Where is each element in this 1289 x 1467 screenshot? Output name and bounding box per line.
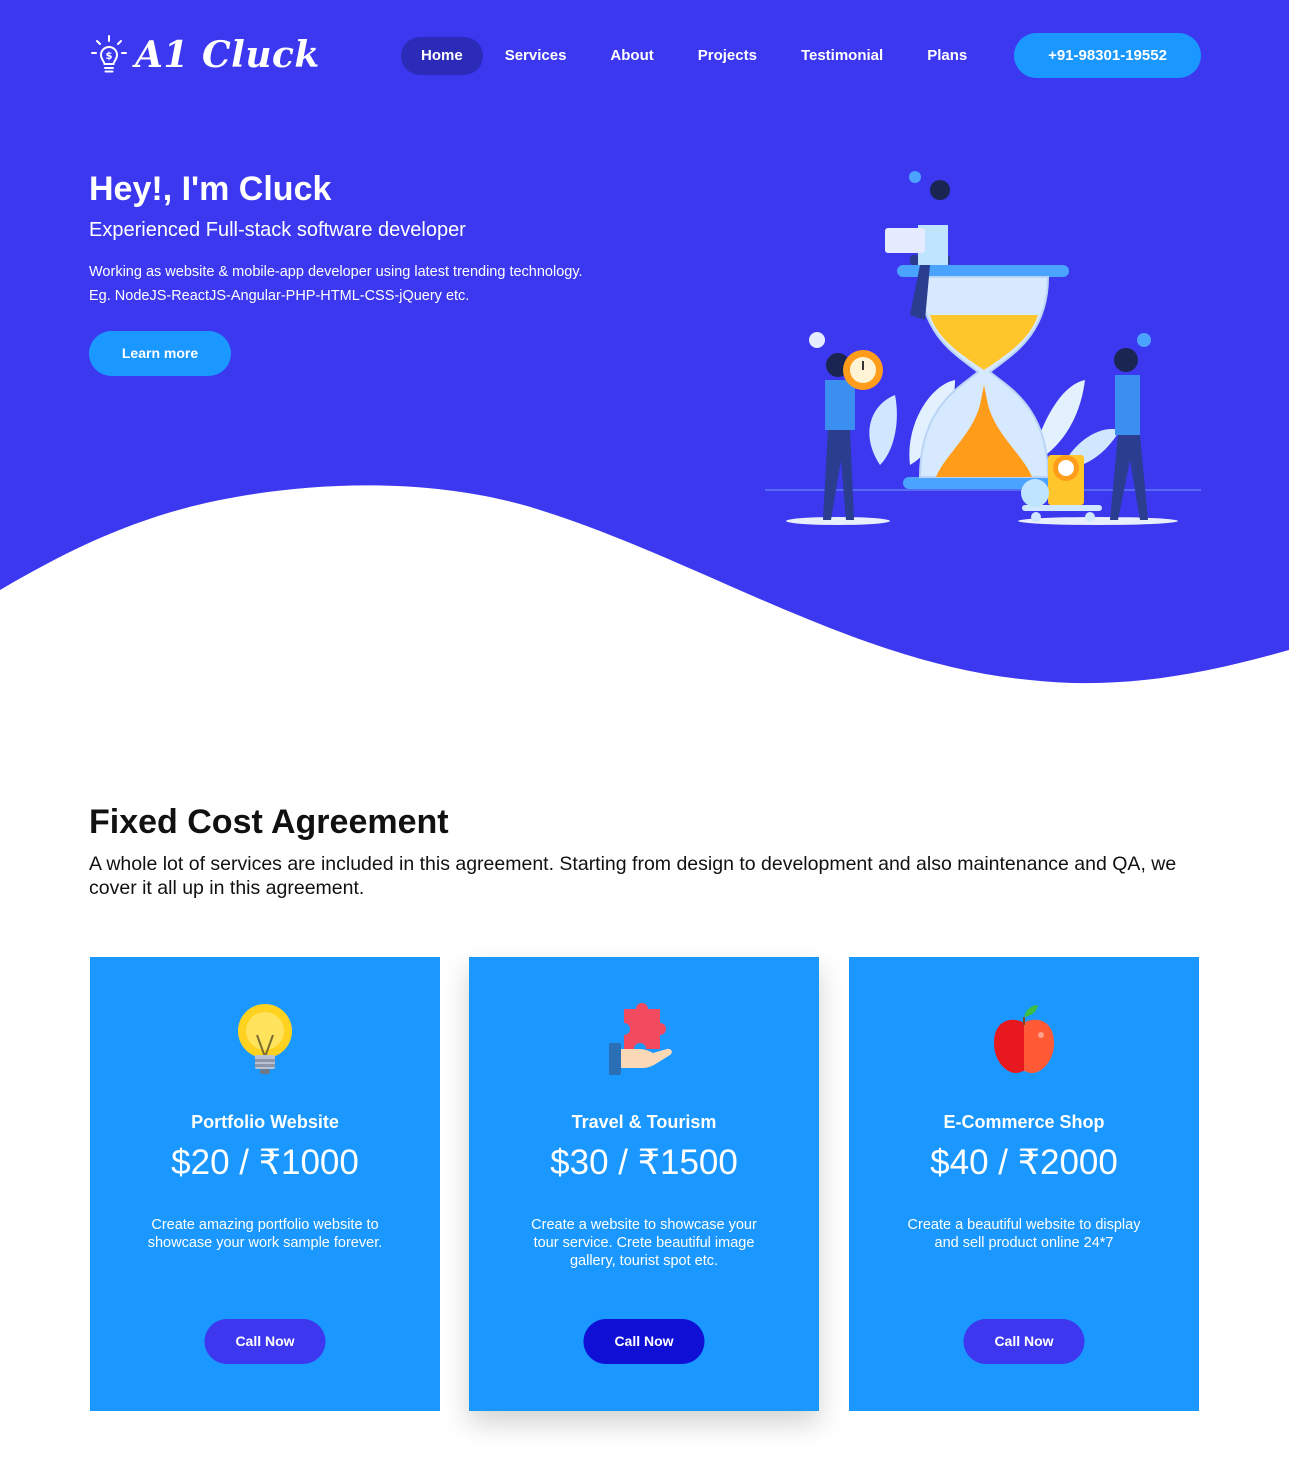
hero-description: Working as website & mobile-app develope…: [89, 260, 583, 308]
plan-card-travel: Travel & Tourism $30 / ₹1500 Create a we…: [469, 957, 819, 1411]
section-title: Fixed Cost Agreement: [89, 803, 449, 841]
nav-item-projects[interactable]: Projects: [676, 37, 779, 75]
main-nav: Home Services About Projects Testimonial…: [401, 37, 989, 75]
nav-item-plans[interactable]: Plans: [905, 37, 989, 75]
phone-button[interactable]: +91-98301-19552: [1014, 33, 1201, 78]
learn-more-button[interactable]: Learn more: [89, 331, 231, 376]
plan-description: Create amazing portfolio website to show…: [147, 1217, 383, 1251]
logo[interactable]: $ A1 Cluck: [89, 33, 320, 77]
plan-title: E-Commerce Shop: [943, 1112, 1105, 1132]
plan-price: $30 / ₹1500: [550, 1143, 738, 1182]
section-description: A whole lot of services are included in …: [89, 853, 1177, 899]
nav-item-testimonial[interactable]: Testimonial: [779, 37, 905, 75]
apple-icon: [849, 1001, 1199, 1079]
plan-card-ecommerce: E-Commerce Shop $40 / ₹2000 Create a bea…: [849, 957, 1199, 1411]
hero-title: Hey!, I'm Cluck: [89, 170, 332, 208]
puzzle-hand-icon: [469, 1001, 819, 1079]
plan-title: Travel & Tourism: [571, 1112, 717, 1132]
hero-section: $ A1 Cluck Home Services About Projects …: [0, 0, 1289, 690]
plan-description: Create a beautiful website to display an…: [907, 1217, 1141, 1251]
svg-text:$: $: [106, 51, 113, 62]
plan-title: Portfolio Website: [191, 1112, 339, 1132]
hourglass-team-illustration: [765, 171, 1201, 525]
lightbulb-icon: [90, 1001, 440, 1079]
plan-price: $20 / ₹1000: [171, 1143, 359, 1182]
plan-description: Create a website to showcase your tour s…: [531, 1217, 757, 1269]
nav-item-services[interactable]: Services: [483, 37, 589, 75]
hero-description-line-1: Working as website & mobile-app develope…: [89, 264, 583, 280]
hero-subtitle: Experienced Full-stack software develope…: [89, 219, 466, 241]
lightbulb-dollar-icon: $: [91, 35, 127, 73]
logo-text: A1 Cluck: [135, 34, 320, 76]
plan-price: $40 / ₹2000: [930, 1143, 1118, 1182]
nav-item-home[interactable]: Home: [401, 37, 483, 75]
call-now-button[interactable]: Call Now: [963, 1319, 1085, 1364]
nav-item-about[interactable]: About: [588, 37, 675, 75]
plan-card-portfolio: Portfolio Website $20 / ₹1000 Create ama…: [90, 957, 440, 1411]
call-now-button[interactable]: Call Now: [583, 1319, 705, 1364]
hero-description-line-2: Eg. NodeJS-ReactJS-Angular-PHP-HTML-CSS-…: [89, 288, 470, 304]
call-now-button[interactable]: Call Now: [204, 1319, 326, 1364]
